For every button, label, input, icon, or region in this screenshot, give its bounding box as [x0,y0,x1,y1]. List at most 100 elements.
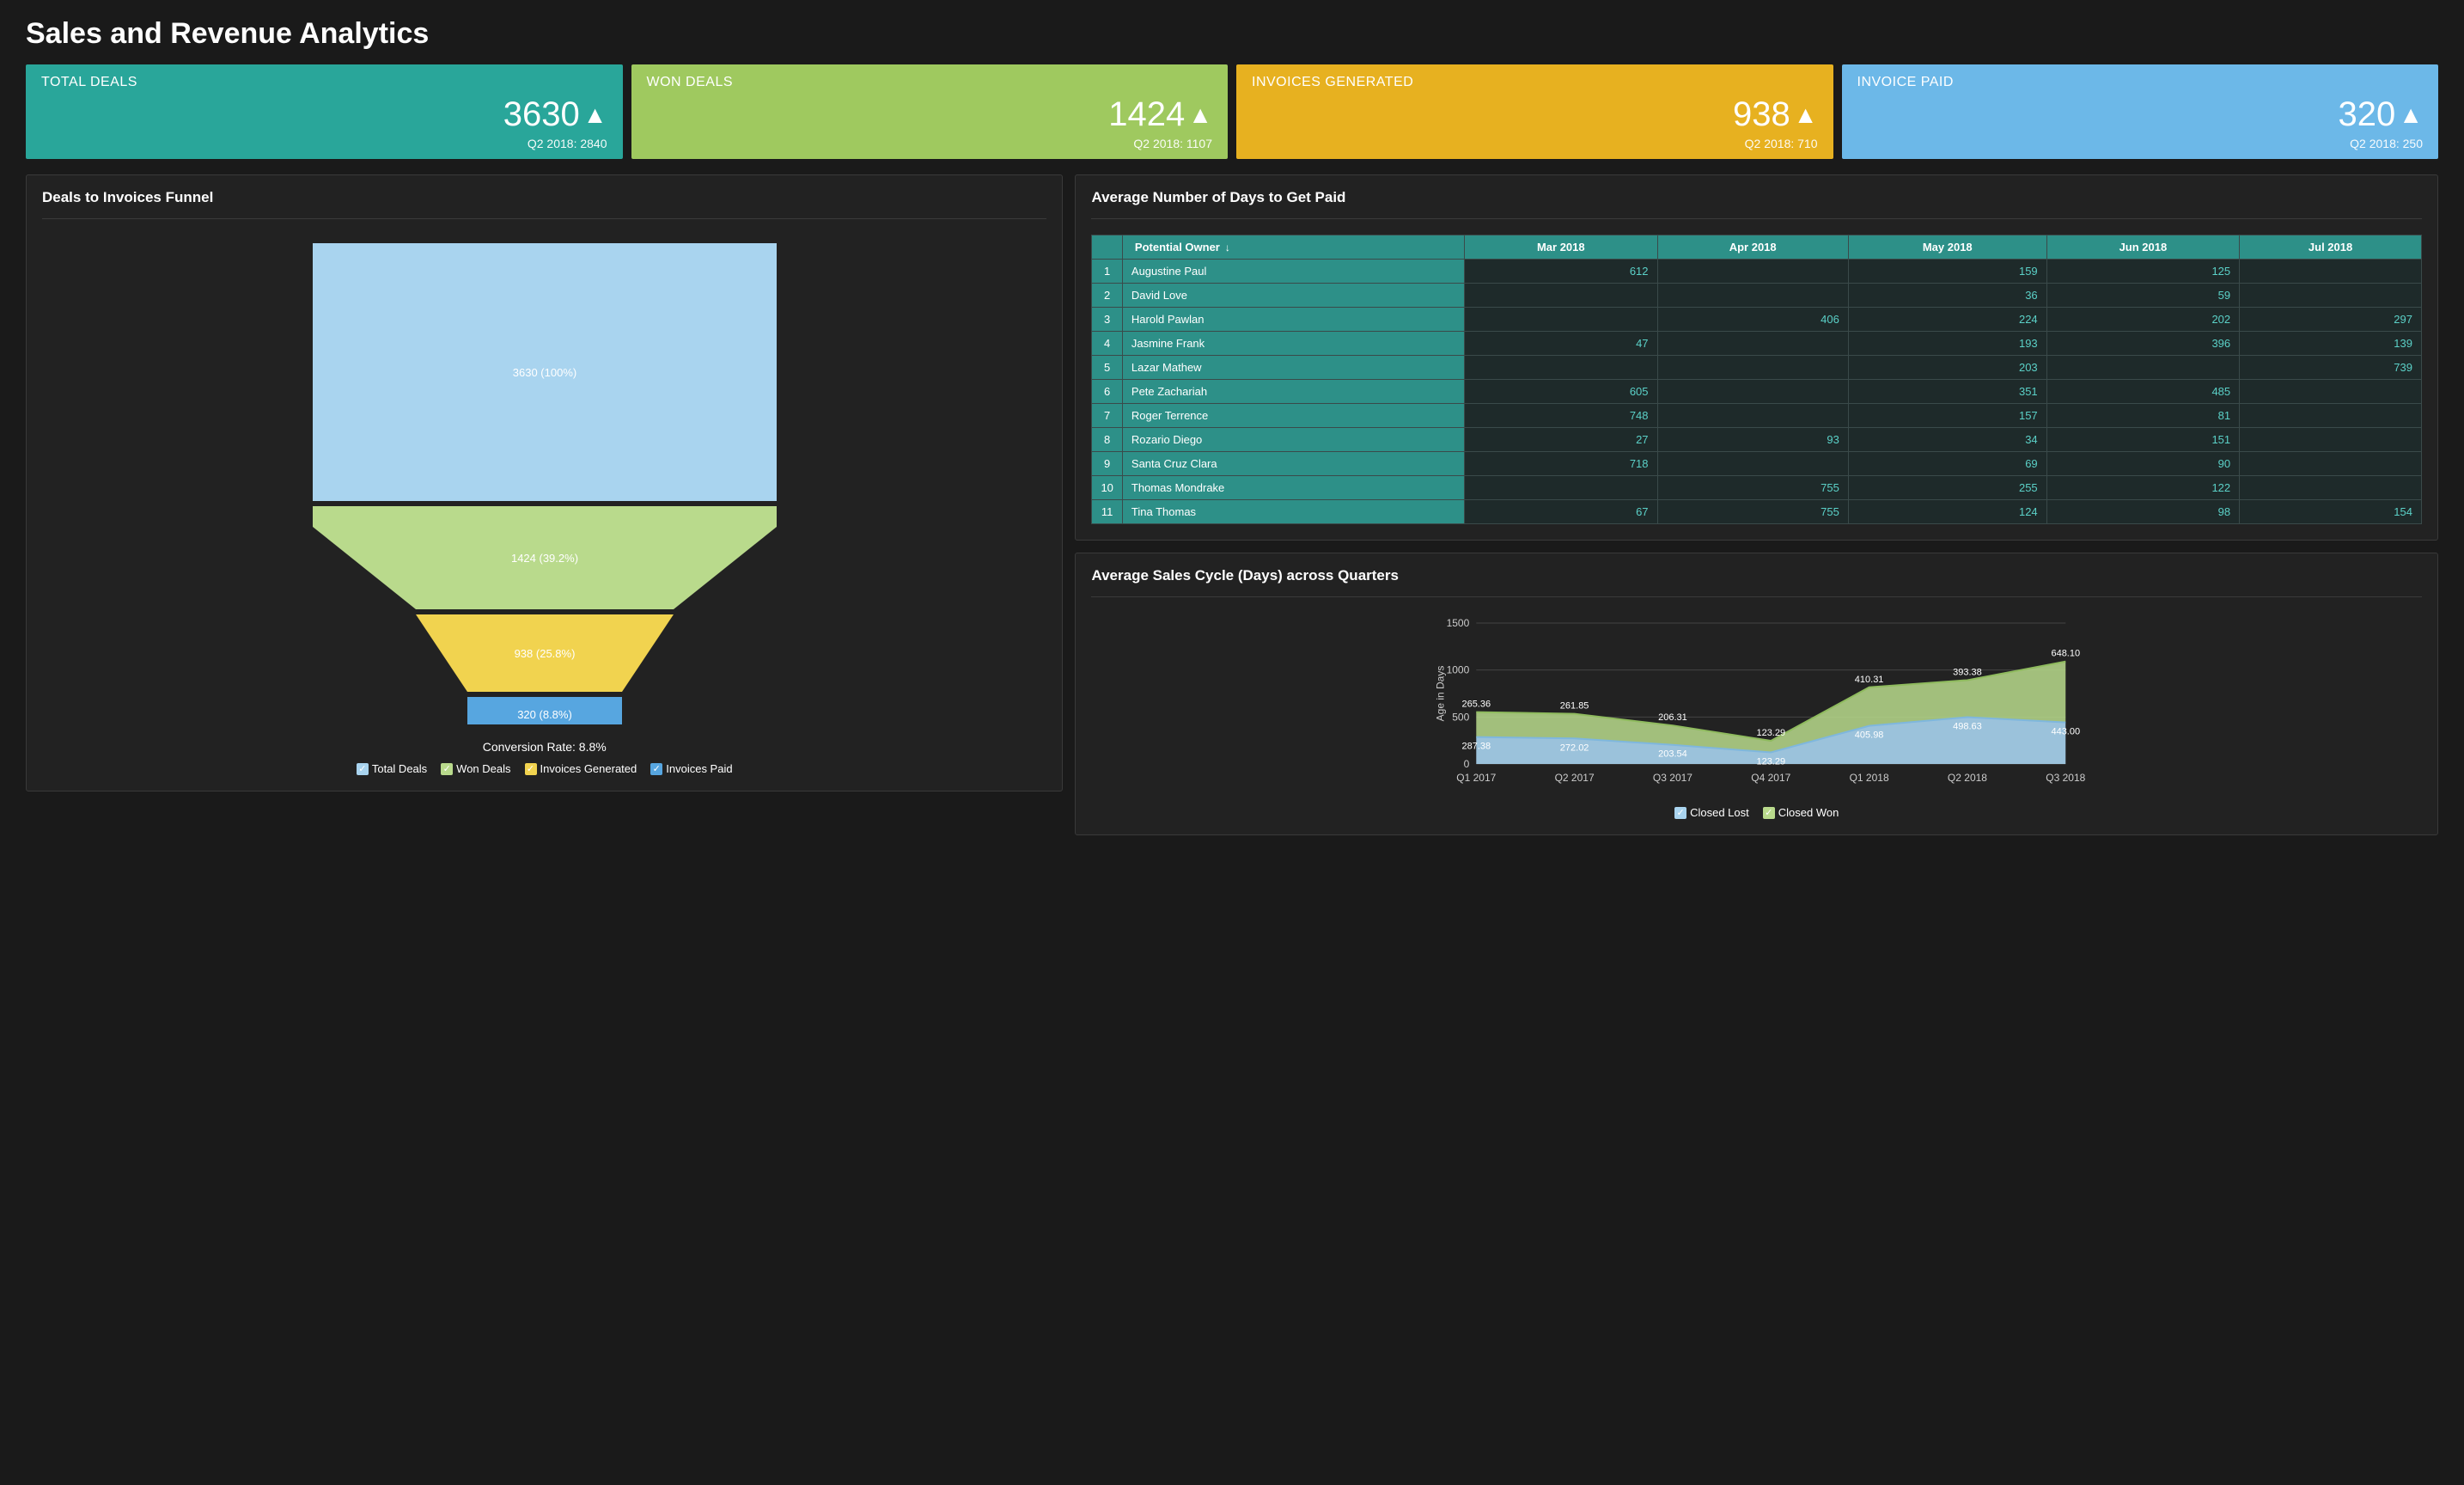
table-row[interactable]: 9Santa Cruz Clara7186990 [1092,452,2422,476]
legend-item[interactable]: Closed Lost [1674,806,1749,819]
kpi-label: INVOICES GENERATED [1252,75,1818,90]
cell-value [2240,260,2422,284]
svg-text:0: 0 [1464,758,1470,770]
table-header[interactable]: Jul 2018 [2240,235,2422,260]
row-index: 5 [1092,356,1122,380]
cell-value [1657,284,1848,308]
table-row[interactable]: 4Jasmine Frank47193396139 [1092,332,2422,356]
svg-text:Q1 2018: Q1 2018 [1850,772,1889,784]
row-name: David Love [1122,284,1464,308]
svg-text:1500: 1500 [1447,617,1470,629]
row-index: 9 [1092,452,1122,476]
legend-swatch [525,763,537,775]
sort-desc-icon: ↓ [1225,241,1230,254]
table-row[interactable]: 2David Love3659 [1092,284,2422,308]
svg-text:Age in Days: Age in Days [1435,666,1447,722]
kpi-invoice-paid[interactable]: INVOICE PAID 320▲ Q2 2018: 250 [1842,64,2439,159]
svg-text:1000: 1000 [1447,664,1470,676]
table-row[interactable]: 5Lazar Mathew203739 [1092,356,2422,380]
svg-text:500: 500 [1453,711,1470,723]
cell-value [1657,452,1848,476]
cell-value: 755 [1657,500,1848,524]
cell-value: 36 [1848,284,2046,308]
cell-value: 612 [1465,260,1657,284]
svg-text:498.63: 498.63 [1954,721,1983,731]
cell-value: 748 [1465,404,1657,428]
cell-value: 718 [1465,452,1657,476]
kpi-label: INVOICE PAID [1857,75,2424,90]
legend-item[interactable]: Invoices Paid [650,762,732,775]
row-name: Jasmine Frank [1122,332,1464,356]
table-row[interactable]: 7Roger Terrence74815781 [1092,404,2422,428]
cell-value: 47 [1465,332,1657,356]
table-row[interactable]: 10Thomas Mondrake755255122 [1092,476,2422,500]
funnel-legend: Total Deals Won Deals Invoices Generated In… [357,762,733,775]
row-name: Harold Pawlan [1122,308,1464,332]
table-row[interactable]: 8Rozario Diego279334151 [1092,428,2422,452]
cell-value: 124 [1848,500,2046,524]
table-header[interactable]: Potential Owner↓ [1122,235,1464,260]
legend-item[interactable]: Total Deals [357,762,427,775]
cell-value [1465,284,1657,308]
legend-swatch [1763,807,1775,819]
table-header[interactable]: May 2018 [1848,235,2046,260]
row-index: 7 [1092,404,1122,428]
cell-value: 34 [1848,428,2046,452]
cell-value [1657,260,1848,284]
kpi-total-deals[interactable]: TOTAL DEALS 3630▲ Q2 2018: 2840 [26,64,623,159]
svg-text:Q2 2017: Q2 2017 [1555,772,1595,784]
legend-item[interactable]: Won Deals [441,762,510,775]
table-row[interactable]: 6Pete Zachariah605351485 [1092,380,2422,404]
cell-value [1657,332,1848,356]
table-header[interactable]: Mar 2018 [1465,235,1657,260]
row-name: Roger Terrence [1122,404,1464,428]
cell-value: 122 [2046,476,2239,500]
row-index: 6 [1092,380,1122,404]
kpi-invoices-generated[interactable]: INVOICES GENERATED 938▲ Q2 2018: 710 [1236,64,1833,159]
cell-value: 154 [2240,500,2422,524]
cell-value: 193 [1848,332,2046,356]
trend-up-icon: ▲ [1188,101,1212,128]
svg-text:123.29: 123.29 [1757,728,1786,738]
row-index: 10 [1092,476,1122,500]
legend-item[interactable]: Invoices Generated [525,762,637,775]
cell-value [1657,380,1848,404]
cell-value: 202 [2046,308,2239,332]
cell-value: 69 [1848,452,2046,476]
legend-label: Invoices Paid [666,762,732,775]
kpi-subtext: Q2 2018: 2840 [41,137,607,150]
funnel-chart: 3630 (100%)1424 (39.2%)938 (25.8%)320 (8… [313,243,777,724]
cell-value [1465,476,1657,500]
card-title: Deals to Invoices Funnel [42,189,1046,219]
cell-value: 151 [2046,428,2239,452]
table-header[interactable]: Jun 2018 [2046,235,2239,260]
card-title: Average Sales Cycle (Days) across Quarte… [1091,567,2422,597]
svg-text:393.38: 393.38 [1954,667,1983,677]
kpi-won-deals[interactable]: WON DEALS 1424▲ Q2 2018: 1107 [631,64,1229,159]
svg-text:Q2 2018: Q2 2018 [1948,772,1987,784]
svg-text:443.00: 443.00 [2052,727,2081,737]
row-name: Santa Cruz Clara [1122,452,1464,476]
cell-value: 224 [1848,308,2046,332]
row-index: 11 [1092,500,1122,524]
cell-value [2240,380,2422,404]
row-name: Tina Thomas [1122,500,1464,524]
svg-text:Q3 2017: Q3 2017 [1653,772,1692,784]
cell-value: 406 [1657,308,1848,332]
legend-item[interactable]: Closed Won [1763,806,1839,819]
cell-value: 27 [1465,428,1657,452]
legend-label: Won Deals [456,762,510,775]
table-header[interactable]: Apr 2018 [1657,235,1848,260]
svg-text:1424 (39.2%): 1424 (39.2%) [511,552,578,565]
svg-text:Q1 2017: Q1 2017 [1457,772,1497,784]
svg-text:410.31: 410.31 [1855,675,1884,685]
cell-value: 297 [2240,308,2422,332]
cell-value [1465,356,1657,380]
table-row[interactable]: 11Tina Thomas6775512498154 [1092,500,2422,524]
svg-text:287.38: 287.38 [1462,742,1491,752]
table-row[interactable]: 1Augustine Paul612159125 [1092,260,2422,284]
sales-cycle-chart: 0 500 1000 1500 Age in Days Q1 2017 Q2 2017 Q3 … [1091,613,2422,793]
table-row[interactable]: 3Harold Pawlan406224202297 [1092,308,2422,332]
row-name: Thomas Mondrake [1122,476,1464,500]
cell-value [1657,356,1848,380]
